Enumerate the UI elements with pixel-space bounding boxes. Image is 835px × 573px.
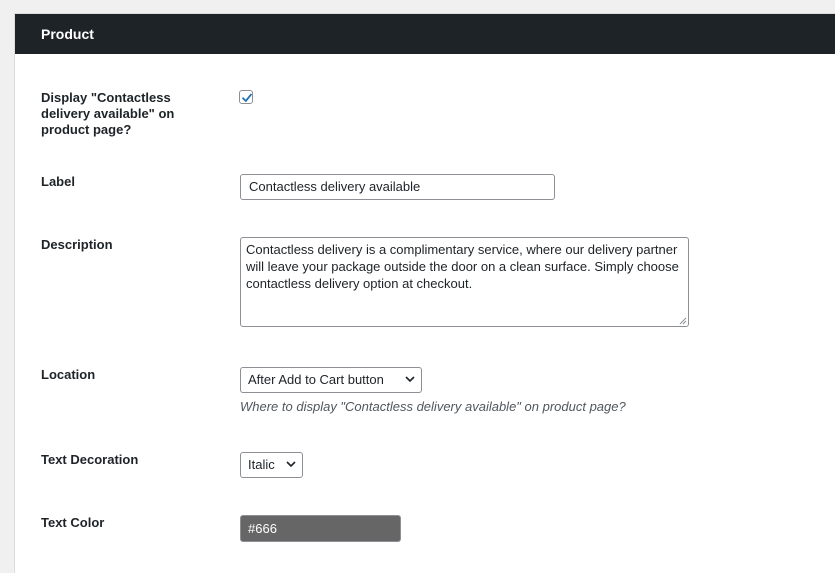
text-color-field-label: Text Color (41, 515, 105, 530)
description-text: Contactless delivery is a complimentary … (246, 242, 679, 291)
location-field-label: Location (41, 367, 96, 382)
resize-grip-icon[interactable] (679, 317, 687, 325)
text-color-input[interactable]: #666 (240, 515, 401, 542)
location-select[interactable]: After Add to Cart button (240, 367, 422, 393)
description-textarea[interactable]: Contactless delivery is a complimentary … (240, 237, 689, 327)
checkmark-icon (242, 93, 252, 102)
product-settings-panel: Product Display "Contactless delivery av… (14, 13, 835, 573)
label-field-label: Label (41, 174, 75, 189)
display-label: Display "Contactless delivery available"… (41, 90, 175, 137)
display-checkbox[interactable] (239, 90, 253, 104)
text-decoration-selected-value: Italic (248, 457, 275, 472)
chevron-down-icon (286, 461, 296, 468)
location-help-text: Where to display "Contactless delivery a… (240, 399, 626, 414)
section-header: Product (15, 14, 835, 54)
chevron-down-icon (405, 376, 415, 383)
label-input[interactable]: Contactless delivery available (240, 174, 555, 200)
text-decoration-select[interactable]: Italic (240, 452, 303, 478)
location-selected-value: After Add to Cart button (248, 372, 384, 387)
description-field-label: Description (41, 237, 113, 252)
text-decoration-field-label: Text Decoration (41, 452, 139, 467)
